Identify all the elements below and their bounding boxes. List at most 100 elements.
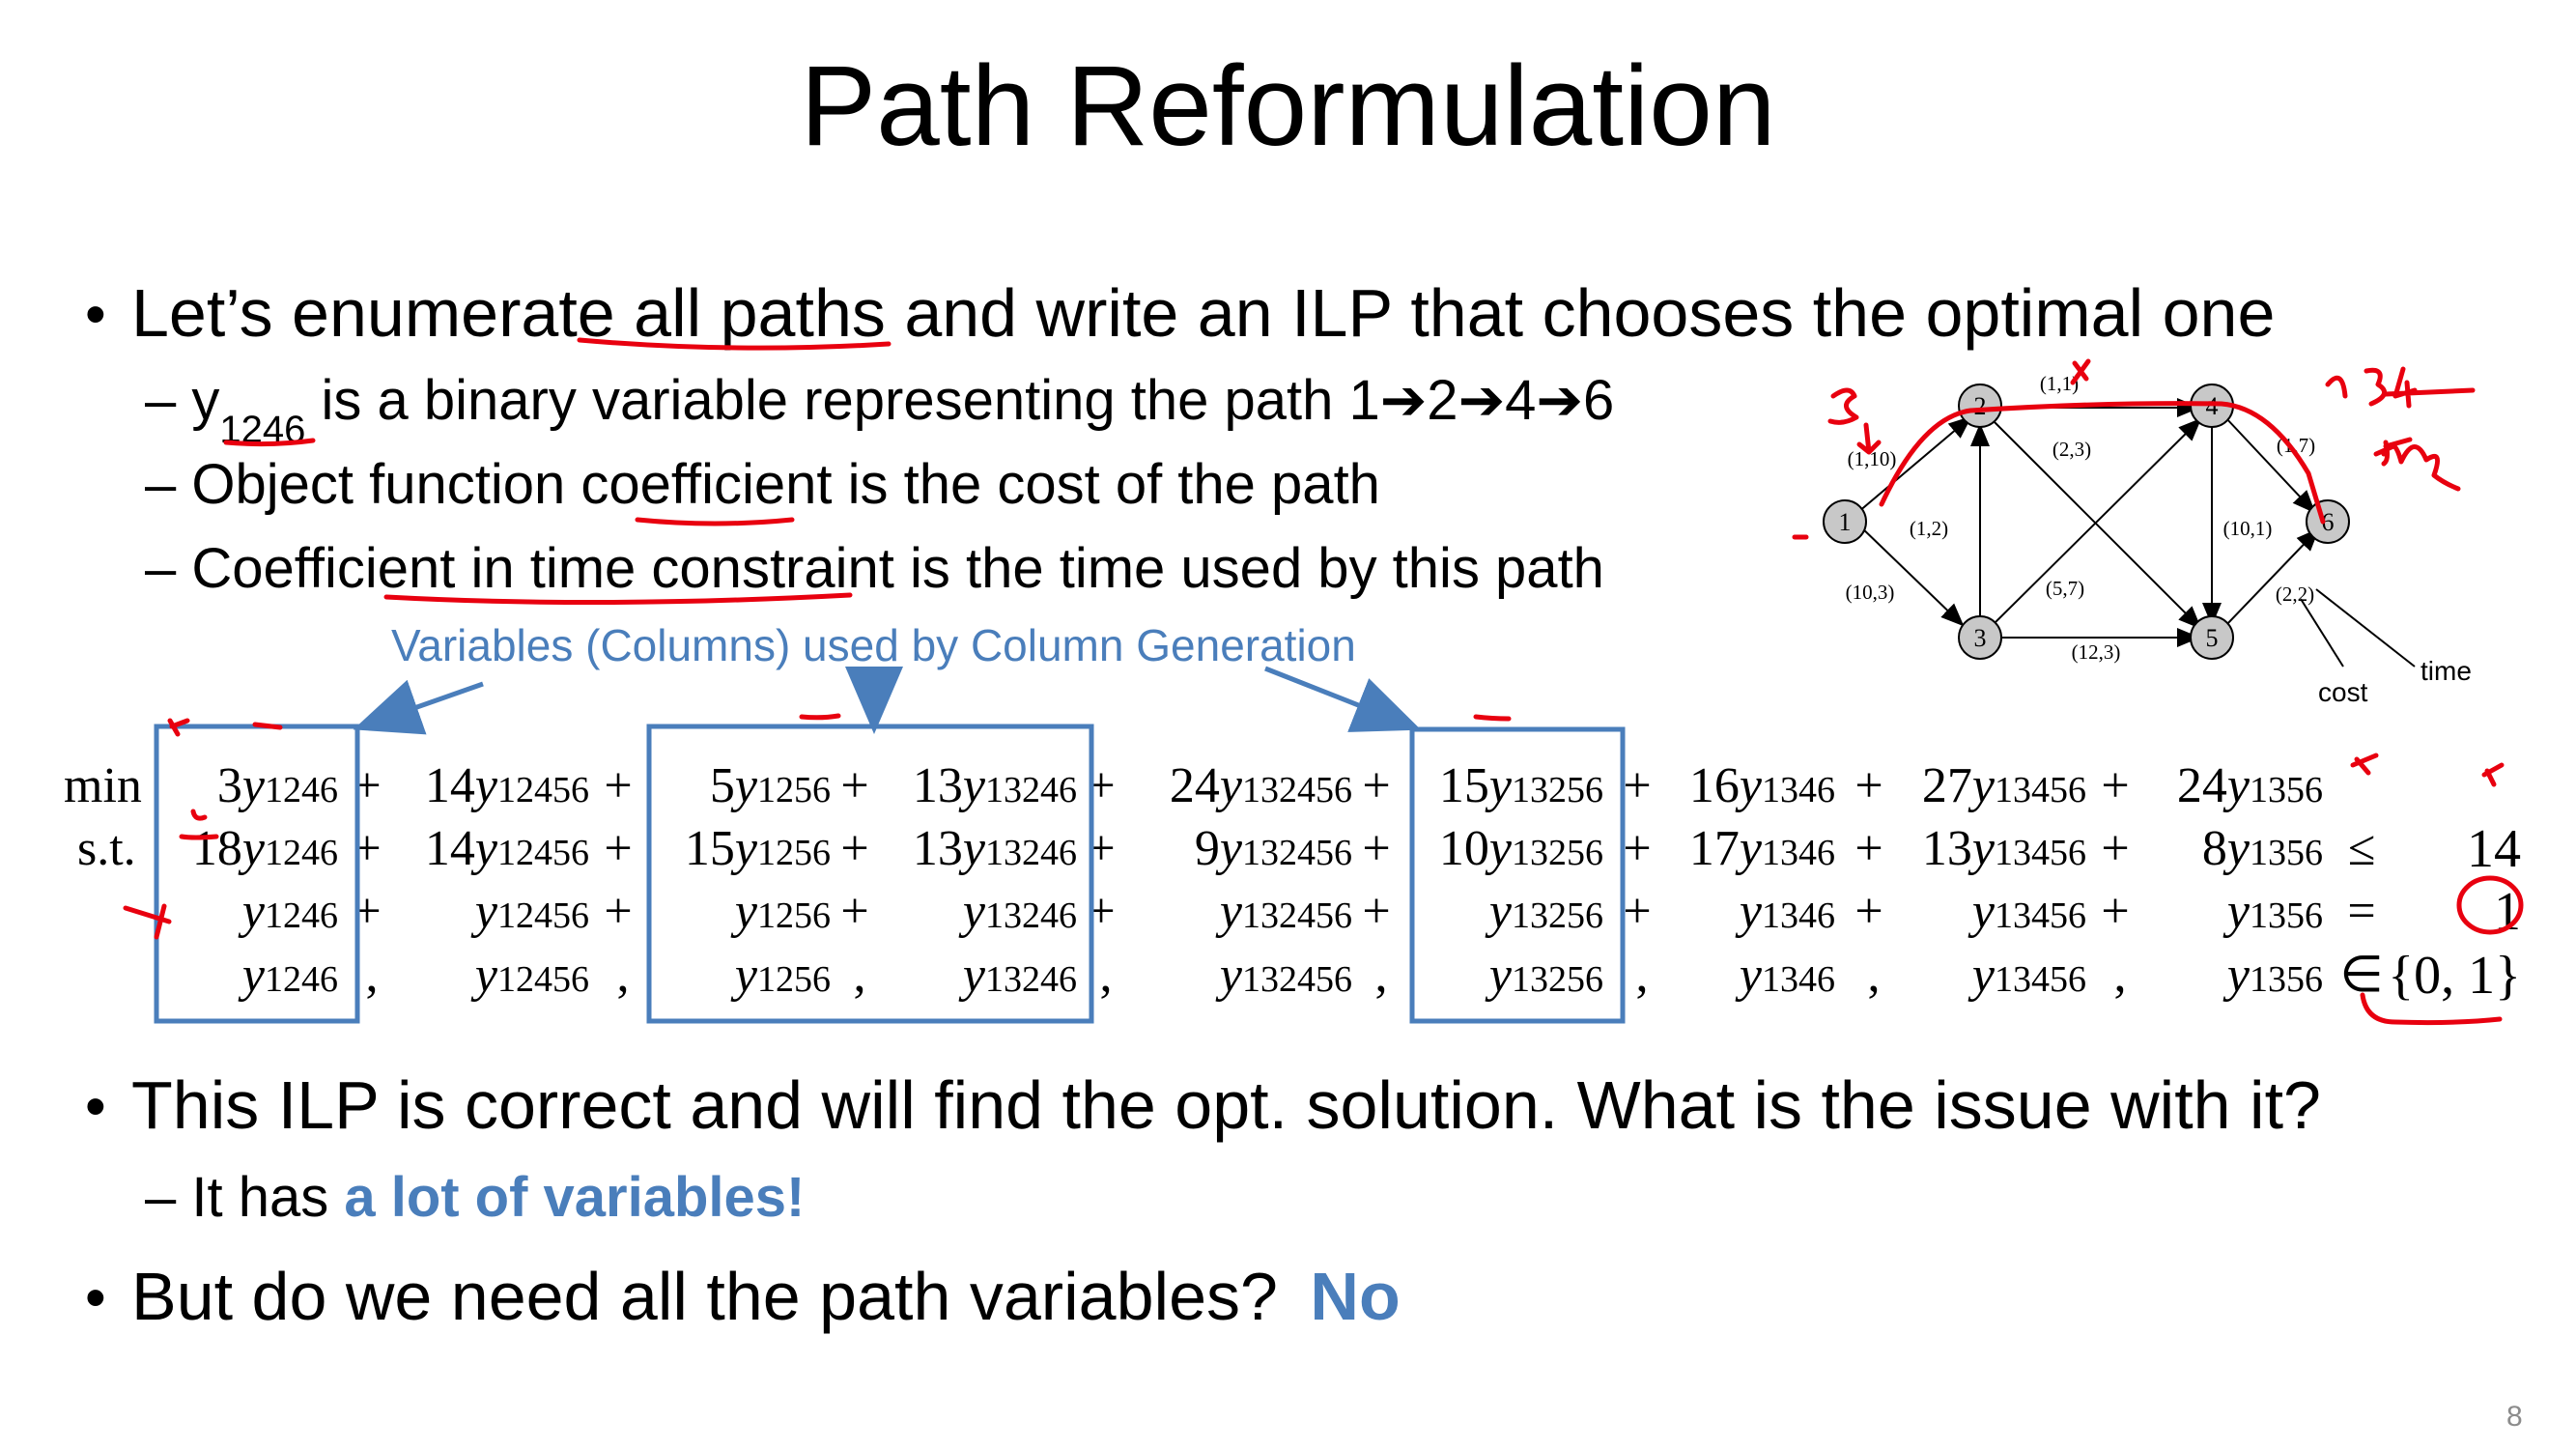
legend-cost: cost xyxy=(2318,677,2368,707)
ink-mark-row1-right xyxy=(2350,753,2379,776)
variable-subscript: 1246 xyxy=(219,409,306,451)
ink-tick-1 xyxy=(167,718,190,737)
comma: , xyxy=(1374,948,1388,1003)
edge-4-6 xyxy=(2224,416,2316,514)
edge-2-5 xyxy=(1993,420,2202,630)
ilp-term: y1346 xyxy=(1739,884,1835,939)
edge-label: (5,7) xyxy=(2046,577,2084,600)
edge-label: (2,3) xyxy=(2052,438,2091,461)
path-graph-diagram: 1 2 3 4 5 6 (1,10) (1,1) (2,3) (1,7) (1,… xyxy=(1823,372,2472,707)
node-label: 4 xyxy=(2206,392,2219,420)
bullet-ilp-issue: This ILP is correct and will find the op… xyxy=(131,1067,2321,1143)
ilp-term: y13256 xyxy=(1488,884,1603,939)
legend-time: time xyxy=(2420,656,2472,686)
ilp-term: 15y1256 xyxy=(684,821,831,876)
plus-sign: + xyxy=(604,884,633,939)
ilp-term: y132456 xyxy=(1219,884,1352,939)
edge-label: (10,3) xyxy=(1846,581,1895,604)
annotation-overlay xyxy=(123,337,2524,1026)
comma: , xyxy=(2113,948,2127,1003)
node-label: 1 xyxy=(1839,508,1852,536)
cost-pointer xyxy=(2300,598,2344,668)
ilp-term: 9y132456 xyxy=(1194,821,1352,876)
ink-tick-4 xyxy=(1473,714,1512,722)
comma: , xyxy=(1867,948,1881,1003)
ilp-term: y12456 xyxy=(474,948,589,1003)
time-pointer xyxy=(2315,588,2416,668)
time-constraint-text: Coefficient in time constraint is the ti… xyxy=(191,537,1604,600)
plus-sign: + xyxy=(1087,821,1116,876)
ilp-term: 8y1356 xyxy=(2201,821,2323,876)
ilp-term: 5y1256 xyxy=(709,758,831,813)
arrow-to-box-3 xyxy=(1264,666,1422,732)
edge-label: (1,2) xyxy=(1910,517,1948,540)
plus-sign: + xyxy=(1087,758,1116,813)
plus-sign: + xyxy=(353,821,382,876)
ilp-term: y1346 xyxy=(1739,948,1835,1003)
ilp-term: 15y13256 xyxy=(1438,758,1603,813)
edge-label: (12,3) xyxy=(2072,640,2121,664)
ilp-term: y13246 xyxy=(962,948,1077,1003)
plus-sign: + xyxy=(1623,821,1652,876)
lot-of-variables-prefix: – It has xyxy=(145,1166,345,1229)
ilp-term: y1246 xyxy=(241,948,338,1003)
plus-sign: + xyxy=(840,758,869,813)
edge-label: (1,10) xyxy=(1848,447,1897,470)
ilp-term: y132456 xyxy=(1219,948,1352,1003)
plus-sign: + xyxy=(1623,758,1652,813)
dash: – xyxy=(145,369,177,432)
page-number: 8 xyxy=(2506,1401,2523,1433)
ilp-term: 3y1246 xyxy=(216,758,338,813)
plus-sign: + xyxy=(1854,821,1883,876)
node-label: 6 xyxy=(2322,508,2335,536)
plus-sign: + xyxy=(353,884,382,939)
ilp-st-label: s.t. xyxy=(77,821,136,876)
comma: , xyxy=(1635,948,1649,1003)
bullet-dot: • xyxy=(85,1073,106,1140)
underline-coefficient xyxy=(635,517,795,526)
sub-bullet-lot-of-variables: – It has a lot of variables! xyxy=(145,1164,805,1232)
plus-sign: + xyxy=(2101,758,2130,813)
node-label: 5 xyxy=(2206,624,2219,652)
binary-domain: {0, 1} xyxy=(2388,946,2521,1006)
plus-sign: + xyxy=(2101,821,2130,876)
ilp-term: 14y12456 xyxy=(424,821,589,876)
sub-bullet-time-constraint: – Coefficient in time constraint is the … xyxy=(145,535,1604,603)
slide-title: Path Reformulation xyxy=(800,43,1776,170)
sub-bullet-binary-variable: – y1246 is a binary variable representin… xyxy=(145,367,1615,451)
comma: , xyxy=(1099,948,1113,1003)
plus-sign: + xyxy=(604,758,633,813)
ilp-term: y1356 xyxy=(2226,948,2323,1003)
ilp-term: 16y1346 xyxy=(1688,758,1835,813)
ilp-term: y12456 xyxy=(474,884,589,939)
dash: – xyxy=(145,453,177,516)
ink-mark-row1-far xyxy=(2481,762,2505,787)
ink-tick-3 xyxy=(799,713,841,721)
edge-label: (10,1) xyxy=(2223,517,2273,540)
ilp-term: y13246 xyxy=(962,884,1077,939)
edge-label: (1,1) xyxy=(2040,372,2079,395)
equals-sign: = xyxy=(2347,884,2376,939)
plus-sign: + xyxy=(1087,884,1116,939)
ilp-term: 14y12456 xyxy=(424,758,589,813)
element-of-sign: ∈ xyxy=(2339,948,2384,1003)
time-bound: 14 xyxy=(2467,819,2521,879)
lot-of-variables-highlight: a lot of variables! xyxy=(344,1166,806,1229)
ilp-term: 13y13246 xyxy=(912,821,1077,876)
bullet-need-all-variables: But do we need all the path variables? N… xyxy=(131,1256,1401,1337)
ilp-term: 27y13456 xyxy=(1921,758,2086,813)
ilp-min-label: min xyxy=(64,758,142,813)
ilp-term: 13y13456 xyxy=(1921,821,2086,876)
leq-sign: ≤ xyxy=(2347,821,2376,876)
need-all-variables-text: But do we need all the path variables? xyxy=(131,1259,1278,1334)
sum-bound: 1 xyxy=(2494,882,2521,942)
plus-sign: + xyxy=(353,758,382,813)
binary-variable-text: is a binary variable representing the pa… xyxy=(305,369,1615,432)
bullet-dot: • xyxy=(85,281,106,348)
ilp-term: 24y1356 xyxy=(2176,758,2323,813)
answer-no: No xyxy=(1310,1259,1401,1334)
plus-sign: + xyxy=(840,821,869,876)
plus-sign: + xyxy=(1854,884,1883,939)
ilp-term: 17y1346 xyxy=(1688,821,1835,876)
variable-y: y xyxy=(191,369,220,432)
